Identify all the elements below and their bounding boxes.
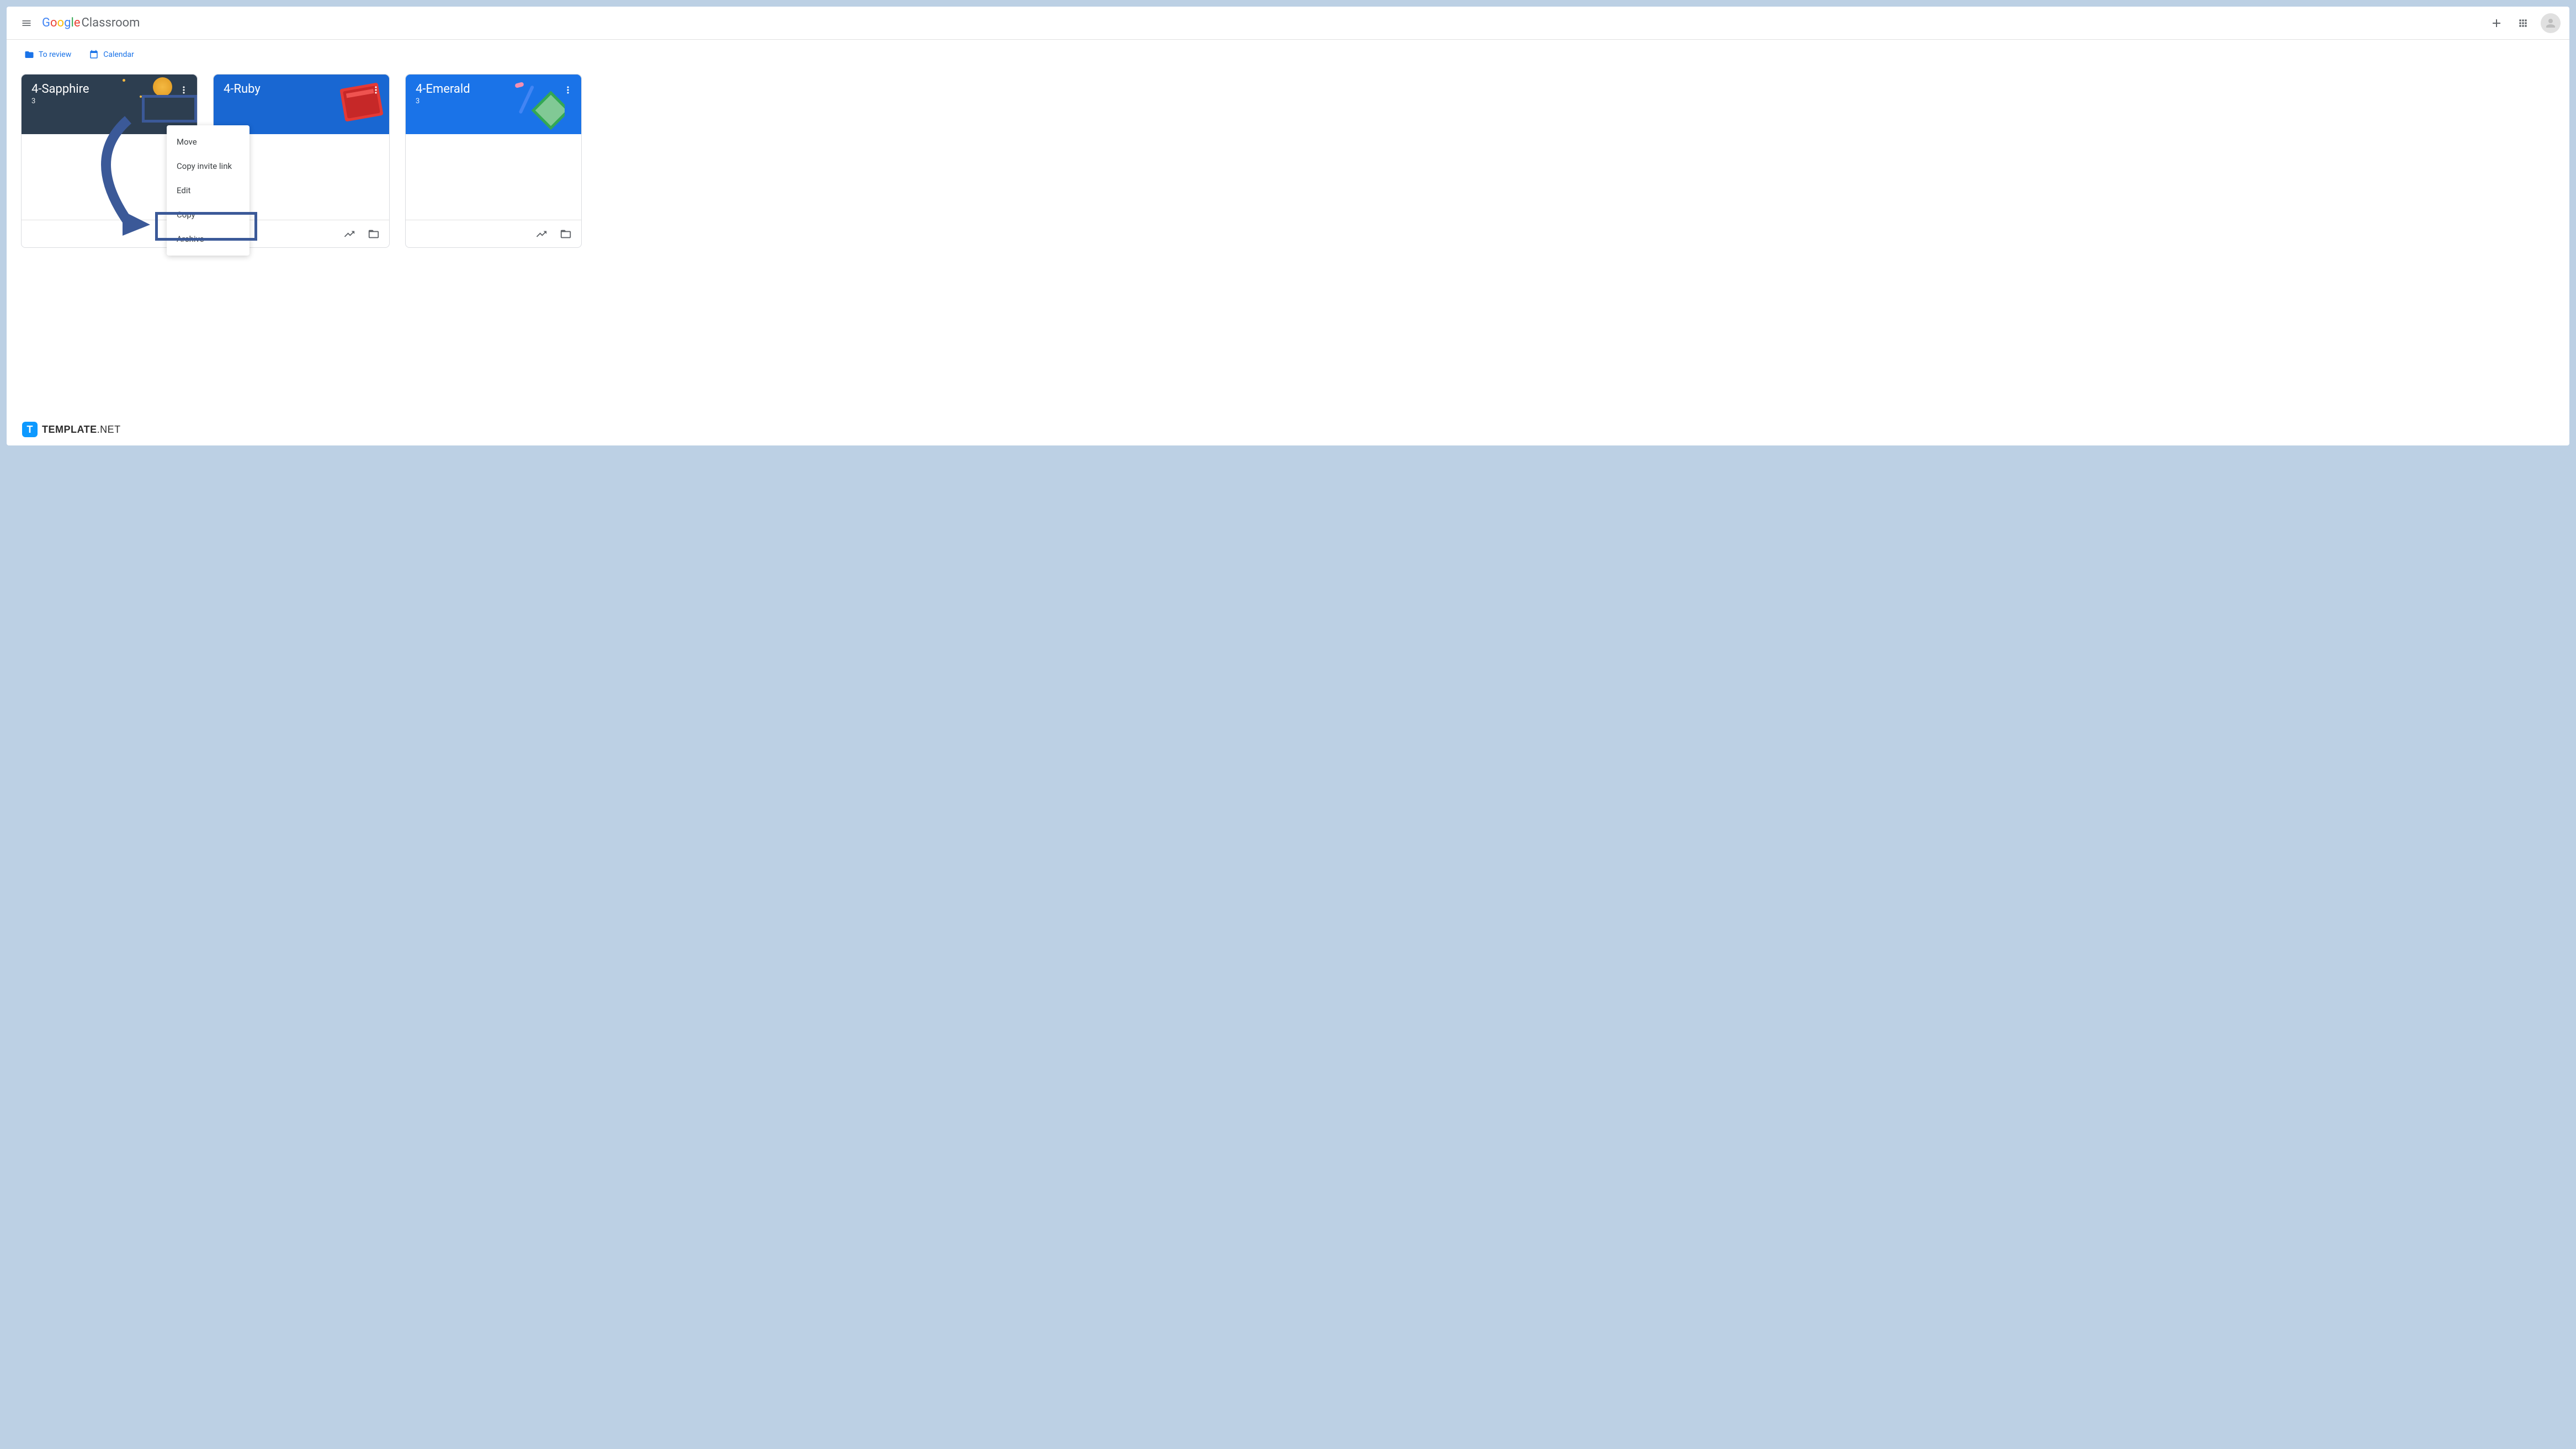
card-more-button[interactable] [560, 82, 576, 98]
card-more-button[interactable] [368, 82, 384, 98]
class-subtitle: 3 [416, 97, 571, 105]
watermark-suffix: .NET [97, 424, 121, 435]
person-icon [2544, 17, 2557, 30]
card-body [406, 134, 581, 220]
class-subtitle: 3 [31, 97, 187, 105]
add-class-button[interactable] [2485, 12, 2508, 34]
menu-item-copy-invite[interactable]: Copy invite link [167, 154, 249, 178]
decoration-coin [153, 77, 172, 97]
folder-review-icon [24, 50, 34, 60]
class-card-emerald[interactable]: 4-Emerald 3 [405, 74, 582, 248]
more-vertical-icon [562, 84, 573, 95]
google-apps-button[interactable] [2512, 12, 2534, 34]
to-review-link[interactable]: To review [24, 50, 71, 60]
more-vertical-icon [370, 84, 381, 95]
decoration-stationery [509, 80, 565, 134]
menu-item-copy[interactable]: Copy [167, 203, 249, 227]
top-header: Google Classroom [7, 7, 2569, 40]
watermark: T TEMPLATE.NET [22, 422, 121, 437]
hamburger-menu-button[interactable] [15, 12, 38, 34]
card-more-button[interactable] [176, 82, 192, 98]
trending-up-icon [343, 228, 355, 240]
google-classroom-logo[interactable]: Google Classroom [42, 16, 140, 30]
trending-up-icon [535, 228, 548, 240]
calendar-label: Calendar [103, 50, 134, 59]
watermark-logo-icon: T [22, 422, 38, 437]
class-cards-grid: 4-Sapphire 3 [7, 70, 2569, 252]
hamburger-icon [21, 18, 32, 29]
watermark-brand: TEMPLATE [42, 424, 97, 435]
user-avatar[interactable] [2541, 13, 2561, 33]
folder-button[interactable] [559, 227, 572, 241]
card-footer [406, 220, 581, 247]
calendar-icon [89, 50, 99, 60]
menu-item-move[interactable]: Move [167, 130, 249, 154]
app-window: Google Classroom To review Calendar [7, 7, 2569, 445]
trending-button[interactable] [535, 227, 548, 241]
card-header: 4-Emerald 3 [406, 75, 581, 134]
calendar-link[interactable]: Calendar [89, 50, 134, 60]
sub-header-bar: To review Calendar [7, 40, 2569, 70]
folder-icon [368, 228, 380, 240]
logo-text: Classroom [81, 16, 140, 30]
trending-button[interactable] [343, 227, 356, 241]
folder-button[interactable] [367, 227, 380, 241]
apps-grid-icon [2517, 18, 2529, 29]
folder-icon [560, 228, 572, 240]
plus-icon [2490, 17, 2503, 30]
more-vertical-icon [178, 84, 189, 95]
menu-item-edit[interactable]: Edit [167, 178, 249, 203]
to-review-label: To review [39, 50, 71, 59]
decoration-dot [123, 79, 125, 82]
menu-item-archive[interactable]: Archive [167, 227, 249, 251]
card-context-menu: Move Copy invite link Edit Copy Archive [167, 125, 249, 256]
